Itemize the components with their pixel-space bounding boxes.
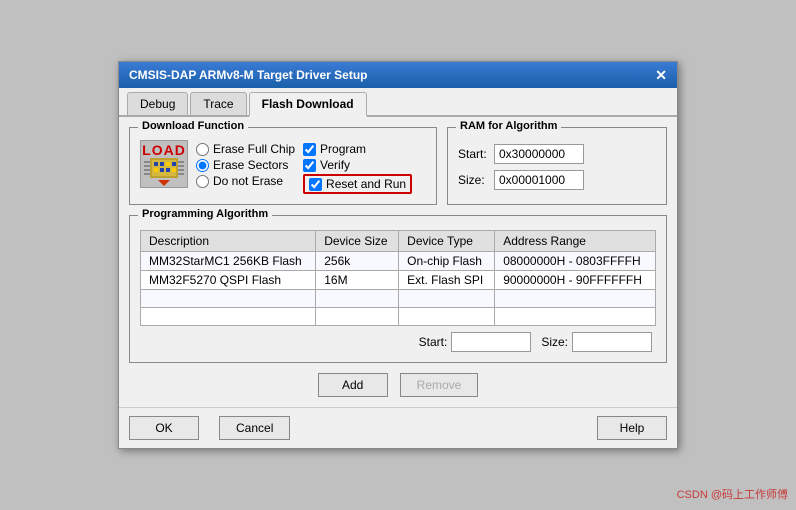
ram-start-input[interactable]	[494, 144, 584, 164]
erase-full-chip-radio[interactable]: Erase Full Chip	[196, 142, 295, 156]
size-field-row: Size:	[541, 332, 652, 352]
ram-size-label: Size:	[458, 173, 488, 187]
close-button[interactable]: ✕	[655, 68, 667, 82]
reset-run-box: Reset and Run	[303, 174, 412, 194]
erase-full-chip-input[interactable]	[196, 143, 209, 156]
tab-content: Download Function LOAD	[119, 117, 677, 407]
row2-description: MM32F5270 QSPI Flash	[141, 271, 316, 290]
download-function-group: Download Function LOAD	[129, 127, 437, 205]
ram-algorithm-label: RAM for Algorithm	[456, 120, 561, 132]
do-not-erase-input[interactable]	[196, 175, 209, 188]
empty-row	[141, 290, 656, 308]
radio-group: Erase Full Chip Erase Sectors Do not Era…	[196, 142, 295, 194]
table-row[interactable]: MM32StarMC1 256KB Flash 256k On-chip Fla…	[141, 252, 656, 271]
row2-device-type: Ext. Flash SPI	[399, 271, 495, 290]
ram-algorithm-group: RAM for Algorithm Start: Size:	[447, 127, 667, 205]
ok-button[interactable]: OK	[129, 416, 199, 440]
verify-input[interactable]	[303, 159, 316, 172]
remove-button[interactable]: Remove	[400, 373, 479, 397]
top-section: Download Function LOAD	[129, 127, 667, 215]
col-device-type: Device Type	[399, 231, 495, 252]
add-remove-row: Add Remove	[129, 373, 667, 397]
row1-description: MM32StarMC1 256KB Flash	[141, 252, 316, 271]
do-not-erase-radio[interactable]: Do not Erase	[196, 174, 295, 188]
footer: OK Cancel Help	[119, 407, 677, 448]
algorithm-table: Description Device Size Device Type Addr…	[140, 230, 656, 326]
row2-device-size: 16M	[316, 271, 399, 290]
cancel-button[interactable]: Cancel	[219, 416, 290, 440]
dialog-title: CMSIS-DAP ARMv8-M Target Driver Setup	[129, 68, 367, 82]
start-field-row: Start:	[419, 332, 532, 352]
df-inner: LOAD	[140, 140, 426, 194]
programming-algorithm-group: Programming Algorithm Description Device…	[129, 215, 667, 363]
reset-run-checkbox[interactable]: Reset and Run	[309, 177, 406, 191]
ram-fields: Start: Size:	[458, 144, 656, 190]
erase-sectors-input[interactable]	[196, 159, 209, 172]
main-dialog: CMSIS-DAP ARMv8-M Target Driver Setup ✕ …	[118, 61, 678, 449]
bottom-fields: Start: Size:	[140, 332, 656, 352]
row1-address-range: 08000000H - 0803FFFFH	[495, 252, 656, 271]
erase-sectors-radio[interactable]: Erase Sectors	[196, 158, 295, 172]
program-checkbox[interactable]: Program	[303, 142, 412, 156]
do-not-erase-label: Do not Erase	[213, 174, 283, 188]
program-label: Program	[320, 142, 366, 156]
start-field-label: Start:	[419, 335, 448, 349]
tab-trace[interactable]: Trace	[190, 92, 246, 115]
load-icon: LOAD	[140, 140, 188, 188]
ram-start-label: Start:	[458, 147, 488, 161]
col-address-range: Address Range	[495, 231, 656, 252]
erase-sectors-label: Erase Sectors	[213, 158, 288, 172]
chip-icon	[144, 158, 184, 186]
empty-row	[141, 308, 656, 326]
help-button[interactable]: Help	[597, 416, 667, 440]
reset-run-label: Reset and Run	[326, 177, 406, 191]
download-function-label: Download Function	[138, 120, 248, 132]
col-device-size: Device Size	[316, 231, 399, 252]
ram-size-input[interactable]	[494, 170, 584, 190]
ram-start-row: Start:	[458, 144, 656, 164]
erase-full-chip-label: Erase Full Chip	[213, 142, 295, 156]
title-bar: CMSIS-DAP ARMv8-M Target Driver Setup ✕	[119, 62, 677, 88]
size-field-input[interactable]	[572, 332, 652, 352]
ram-size-row: Size:	[458, 170, 656, 190]
tab-debug[interactable]: Debug	[127, 92, 188, 115]
tab-flash-download[interactable]: Flash Download	[249, 92, 367, 117]
col-description: Description	[141, 231, 316, 252]
programming-algorithm-label: Programming Algorithm	[138, 208, 272, 220]
row2-address-range: 90000000H - 90FFFFFFH	[495, 271, 656, 290]
start-field-input[interactable]	[451, 332, 531, 352]
watermark: CSDN @码上工作师傅	[677, 486, 788, 502]
checkbox-group: Program Verify Reset and Run	[303, 142, 412, 194]
row1-device-type: On-chip Flash	[399, 252, 495, 271]
verify-checkbox[interactable]: Verify	[303, 158, 412, 172]
add-button[interactable]: Add	[318, 373, 388, 397]
verify-label: Verify	[320, 158, 350, 172]
table-row[interactable]: MM32F5270 QSPI Flash 16M Ext. Flash SPI …	[141, 271, 656, 290]
program-input[interactable]	[303, 143, 316, 156]
tab-bar: Debug Trace Flash Download	[119, 88, 677, 117]
load-text: LOAD	[142, 142, 186, 158]
row1-device-size: 256k	[316, 252, 399, 271]
size-field-label: Size:	[541, 335, 568, 349]
reset-run-input[interactable]	[309, 178, 322, 191]
